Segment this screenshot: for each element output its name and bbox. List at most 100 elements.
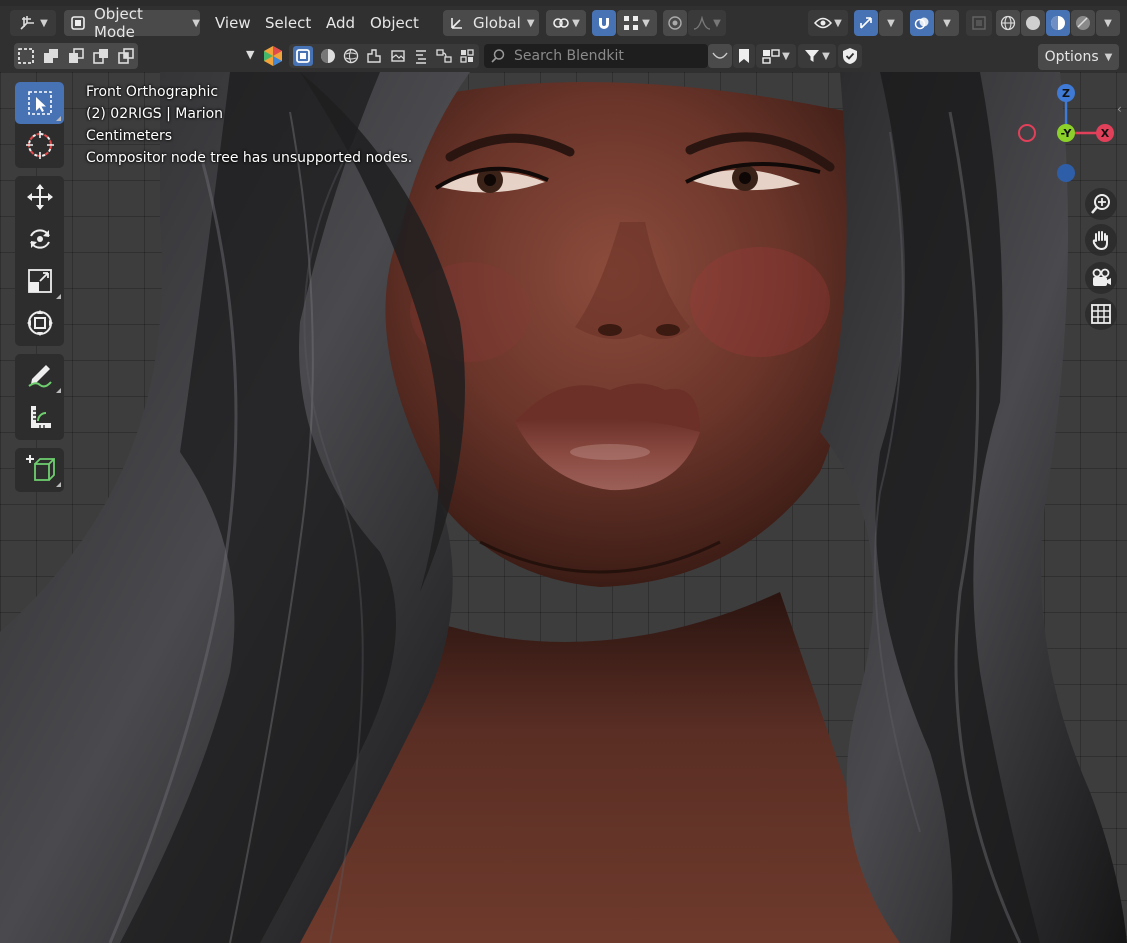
snap-toggle[interactable] [592,10,616,36]
orientation-label: Global [473,14,521,32]
zoom-magnifier-icon [1090,193,1112,215]
asset-nodegroups-icon[interactable] [436,48,452,64]
gizmo-axis-z[interactable]: Z [1057,84,1075,102]
xray-icon [972,16,986,30]
tool-cursor[interactable] [15,124,64,166]
proportional-editing-toggle[interactable] [663,10,687,36]
mode-label: Object Mode [94,5,143,41]
shading-rendered-button[interactable] [1071,10,1095,36]
asset-brushes-icon[interactable] [413,48,429,64]
tool-measure[interactable] [15,396,64,438]
shading-wireframe-button[interactable] [996,10,1020,36]
pan-button[interactable] [1085,224,1117,256]
visibility-dropdown[interactable]: ▼ [808,10,848,36]
tool-move[interactable] [15,176,64,218]
gizmo-axis-x[interactable]: X [1096,124,1114,142]
camera-view-button[interactable] [1085,262,1117,294]
hand-pan-icon [1090,229,1112,251]
orientation-icon [449,15,465,31]
sidebar-expand-arrow-icon[interactable]: ‹ [1117,102,1122,116]
tool-transform[interactable] [15,302,64,344]
object-info-label: (2) 02RIGS | Marion [86,106,224,122]
options-label: Options [1044,49,1099,65]
object-mode-icon [70,15,86,31]
tool-scale[interactable] [15,260,64,302]
bookmark-button[interactable] [733,44,755,68]
filter-dropdown[interactable]: ▼ [798,44,836,68]
gizmo-axis-neg-z[interactable] [1057,164,1075,182]
shading-solid-button[interactable] [1021,10,1045,36]
menu-select[interactable]: Select [265,6,311,40]
mode-selector[interactable]: Object Mode ▼ [64,5,200,41]
asset-materials-icon[interactable] [320,48,336,64]
curve-icon [712,51,728,61]
snap-target-dropdown[interactable]: ▼ [617,10,657,36]
tool-rotate[interactable] [15,218,64,260]
ortho-toggle-button[interactable] [1085,298,1117,330]
shading-dropdown[interactable]: ▼ [1096,10,1120,36]
solid-sphere-icon [1025,15,1041,31]
magnet-icon [596,15,612,31]
overlays-toggle[interactable] [910,10,934,36]
search-icon [490,48,506,64]
camera-icon [1090,267,1112,289]
select-intersect-icon[interactable] [117,47,135,65]
pivot-icon [552,15,570,31]
toolbar-group-add [15,448,64,492]
gizmo-toggle[interactable] [854,10,878,36]
gizmo-dropdown[interactable]: ▼ [879,10,903,36]
asset-worlds-icon[interactable] [343,48,359,64]
funnel-icon [804,48,820,64]
select-extend-icon[interactable] [42,47,60,65]
options-dropdown[interactable]: Options ▼ [1038,44,1119,70]
search-placeholder: Search Blendkit [514,48,624,64]
validation-button[interactable] [838,44,862,68]
tool-select-box[interactable] [15,82,64,124]
asset-hdr-icon[interactable] [366,48,382,64]
asset-addons-icon[interactable] [459,48,475,64]
tool-annotate[interactable] [15,354,64,396]
grid-ortho-icon [1090,303,1112,325]
zoom-button[interactable] [1085,188,1117,220]
editor-type-button[interactable]: ▼ [10,10,56,36]
asset-models-icon[interactable] [292,46,313,66]
toolbar-group-transform [15,176,64,346]
asset-browser-dropdown[interactable]: ▼ [756,44,796,68]
tool-add-cube[interactable] [15,448,64,490]
search-filter-curve-button[interactable] [708,44,732,68]
menu-object[interactable]: Object [370,6,419,40]
units-label: Centimeters [86,128,173,144]
falloff-curve-icon [693,16,711,30]
asset-scenes-icon[interactable] [390,48,406,64]
menu-view[interactable]: View [215,6,251,40]
navigation-gizmo[interactable]: Z X -Y [1010,80,1126,190]
gizmo-axis-neg-x[interactable] [1018,124,1036,142]
ruler-measure-icon [26,403,54,431]
gizmo-axis-neg-y[interactable]: -Y [1057,124,1075,142]
rendered-sphere-icon [1075,15,1091,31]
select-new-icon[interactable] [17,47,35,65]
grid-snap-icon [624,16,639,30]
toolbar-group-select [15,82,64,168]
3d-viewport[interactable]: Front Orthographic (2) 02RIGS | Marion C… [0,72,1127,943]
view-name-label: Front Orthographic [86,84,219,100]
add-cube-icon [25,454,55,484]
selection-mode-group [14,43,138,69]
asset-browser-icon [762,48,780,64]
pivot-point-dropdown[interactable]: ▼ [546,10,586,36]
gizmo-icon [858,15,874,31]
blendkit-logo-icon[interactable] [263,45,283,67]
select-box-cursor-icon [27,90,53,116]
overlays-dropdown[interactable]: ▼ [935,10,959,36]
select-subtract-icon[interactable] [67,47,85,65]
wireframe-sphere-icon [1000,15,1016,31]
falloff-dropdown[interactable]: ▼ [688,10,726,36]
collapse-chevron-icon[interactable]: ▼ [246,48,254,61]
xray-toggle[interactable] [966,10,992,36]
select-invert-icon[interactable] [92,47,110,65]
transform-orientation-dropdown[interactable]: Global ▼ [443,10,539,36]
axis-editor-icon [18,14,36,32]
menu-add[interactable]: Add [326,6,355,40]
shading-material-button[interactable] [1046,10,1070,36]
blendkit-search-field[interactable]: Search Blendkit [484,44,708,68]
